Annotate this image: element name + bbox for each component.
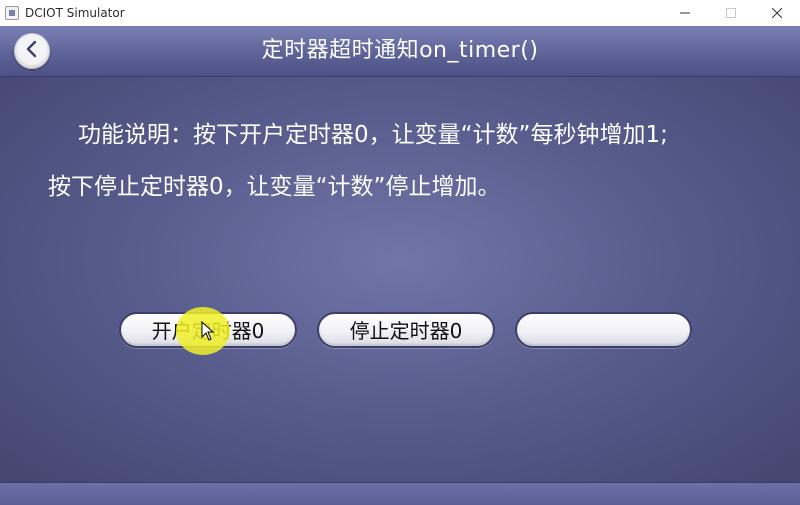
content-panel: 功能说明：按下开户定时器0，让变量“计数”每秒钟增加1; 按下停止定时器0，让变…: [0, 77, 800, 482]
page-title: 定时器超时通知on_timer(): [261, 38, 539, 63]
start-timer-button[interactable]: 开户定时器0: [119, 312, 297, 348]
app-header: 定时器超时通知on_timer(): [0, 26, 800, 77]
description-line-1: 功能说明：按下开户定时器0，让变量“计数”每秒钟增加1;: [78, 122, 668, 148]
back-button[interactable]: [14, 33, 50, 69]
window-titlebar: DCIOT Simulator: [0, 0, 800, 27]
maximize-icon[interactable]: [708, 0, 754, 26]
stop-timer-button[interactable]: 停止定时器0: [317, 312, 495, 348]
minimize-icon[interactable]: [662, 0, 708, 26]
chevron-left-icon: [23, 40, 41, 62]
bottom-bar: [0, 482, 800, 505]
blank-button[interactable]: [515, 312, 692, 348]
close-icon[interactable]: [754, 0, 800, 26]
window-controls: [662, 0, 800, 26]
description-line-2: 按下停止定时器0，让变量“计数”停止增加。: [48, 174, 501, 200]
function-description: 功能说明：按下开户定时器0，让变量“计数”每秒钟增加1; 按下停止定时器0，让变…: [48, 109, 788, 213]
app-icon: [5, 6, 19, 20]
window-title: DCIOT Simulator: [25, 6, 125, 20]
